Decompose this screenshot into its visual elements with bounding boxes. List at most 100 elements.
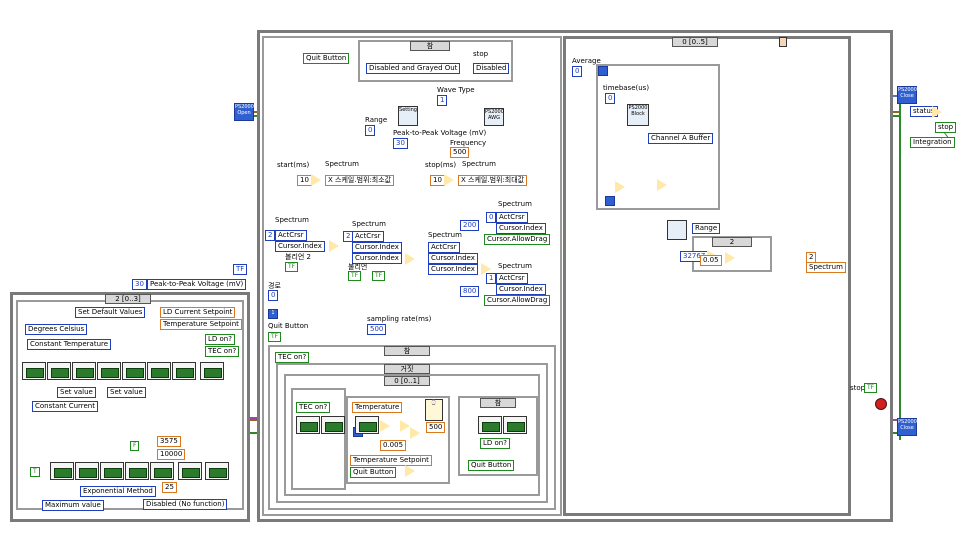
const-800[interactable]: 800 [460, 286, 480, 297]
less-than-node [410, 427, 420, 439]
const-200[interactable]: 200 [460, 220, 480, 231]
constant-current-ring[interactable]: Constant Current [32, 401, 98, 412]
ldc-subvi-3 [72, 362, 96, 380]
pk-const-30[interactable]: 30 [132, 279, 147, 290]
actcrsr-a: ActCrsr [275, 230, 307, 241]
disabled-no-function-ring[interactable]: Disabled (No function) [143, 499, 228, 510]
spectrum-out: Spectrum [806, 262, 846, 273]
stop-right-tf[interactable]: TF [864, 383, 878, 393]
add-node [615, 181, 625, 193]
left-small-const[interactable]: TF [233, 264, 248, 275]
actcrsr-b: ActCrsr [352, 231, 384, 242]
wait-timer-icon: ⌚ [425, 399, 443, 421]
tec-subvi-3 [100, 462, 124, 480]
range-const[interactable]: 0 [365, 125, 376, 136]
temperature-ref: Temperature [352, 402, 403, 413]
start-ms-label: start(ms) [277, 161, 310, 169]
const-1-e[interactable]: 1 [486, 273, 497, 284]
tec-subvi-4 [125, 462, 149, 480]
bool-t-constant[interactable]: T [30, 467, 40, 477]
tec-case-selector[interactable]: 참 [384, 346, 430, 356]
cursor-index-c2: Cursor.Index [428, 264, 478, 275]
ld-on-inner: LD on? [480, 438, 510, 449]
range-label: Range [365, 116, 388, 124]
small-orange-marker [779, 37, 787, 47]
start-ms-const[interactable]: 10 [297, 175, 312, 186]
for-loop-i [605, 196, 615, 206]
constant-temperature-ring[interactable]: Constant Temperature [27, 339, 112, 350]
multiply-node-1 [311, 174, 321, 186]
tec-on-ref: TEC on? [205, 346, 240, 357]
right-sequence-selector[interactable]: 0 [0..5] [672, 37, 718, 47]
not-node [932, 106, 942, 118]
quit-button-mid-tf[interactable]: TF [268, 332, 282, 342]
const-005[interactable]: 0.05 [700, 255, 722, 266]
set-default-values-ring[interactable]: Set Default Values [75, 307, 146, 318]
const-25[interactable]: 25 [162, 482, 177, 493]
wave-type-label: Wave Type [437, 86, 475, 94]
range-case-selector[interactable]: 2 [712, 237, 752, 247]
spectrum-d-label: Spectrum [498, 200, 532, 208]
ps2000-open-block: PS2000 Open [234, 103, 254, 121]
range-ref: Range [692, 223, 721, 234]
frequency-const[interactable]: 500 [450, 147, 470, 158]
timebase-const[interactable]: 0 [605, 93, 616, 104]
exponential-method-ring[interactable]: Exponential Method [80, 486, 156, 497]
average-const[interactable]: 0 [572, 66, 583, 77]
frequency-label: Frequency [450, 139, 487, 147]
pp-voltage-const[interactable]: 30 [393, 138, 408, 149]
false-case-selector[interactable]: 거짓 [384, 364, 430, 374]
seq-selector-inner[interactable]: 0 [0..1] [384, 376, 430, 386]
bool-f-constant[interactable]: F [130, 441, 140, 451]
spectrum-c-label: Spectrum [428, 231, 462, 239]
disabled-grayed-ring[interactable]: Disabled and Grayed Out [366, 63, 461, 74]
tf-const-2[interactable]: TF [348, 271, 362, 281]
const-0005[interactable]: 0.005 [380, 440, 407, 451]
set-value-ring-2[interactable]: Set value [107, 387, 146, 398]
ld-on-ref: LD on? [205, 334, 235, 345]
const-0-d[interactable]: 0 [486, 212, 497, 223]
const-2a[interactable]: 2 [265, 230, 276, 241]
stop-label: stop [473, 50, 489, 58]
disable-case-selector[interactable]: 참 [410, 41, 450, 51]
array-subset-node [667, 220, 687, 240]
tec-subvi-6 [178, 462, 202, 480]
sampling-rate-label: sampling rate(ms) [367, 315, 432, 323]
tf-const-1[interactable]: TF [285, 262, 299, 272]
stop-ms-label: stop(ms) [425, 161, 457, 169]
actcrsr-c: ActCrsr [428, 242, 460, 253]
left-sequence-selector[interactable]: 2 [0..3] [105, 294, 151, 304]
ldc-subvi-7 [172, 362, 196, 380]
quit-button-right: Quit Button [468, 460, 515, 471]
spectrum-e-label: Spectrum [498, 262, 532, 270]
gyeongro-const[interactable]: 0 [268, 290, 279, 301]
sampling-rate-const[interactable]: 500 [367, 324, 387, 335]
maximum-value-ring[interactable]: Maximum value [42, 500, 104, 511]
tec-subvi-5 [150, 462, 174, 480]
compare-node-1 [329, 240, 339, 252]
cursor-index-b: Cursor.Index [352, 242, 402, 253]
ldc-subvi-8 [200, 362, 224, 380]
subtract-node [380, 420, 390, 432]
quit-button-inner: Quit Button [350, 467, 397, 478]
stop-ms-const[interactable]: 10 [430, 175, 445, 186]
const-10000[interactable]: 10000 [157, 449, 186, 460]
divide-node [657, 179, 667, 191]
wave-type-const[interactable]: 1 [437, 95, 448, 106]
pk-voltage-local: Peak-to-Peak Voltage (mV) [147, 279, 247, 290]
or-node [405, 465, 415, 477]
set-value-ring-1[interactable]: Set value [57, 387, 96, 398]
stop-terminal-icon[interactable] [875, 398, 887, 410]
ps2000-close-top: PS2000 Close [897, 86, 917, 104]
const-500-inner[interactable]: 500 [426, 422, 446, 433]
tec-inner-subvi-1 [296, 416, 320, 434]
spectrum-2-label: Spectrum [462, 160, 496, 168]
const-3575[interactable]: 3575 [157, 436, 181, 447]
quit-button-mid-label: Quit Button [268, 322, 309, 330]
setting-node: Setting [398, 106, 418, 126]
tf-const-3[interactable]: TF [372, 271, 386, 281]
ld-case-selector[interactable]: 참 [480, 398, 516, 408]
cursor-allowdrag-e: Cursor.AllowDrag [484, 295, 551, 306]
stop-disabled-ref: Disabled [473, 63, 510, 74]
degrees-celsius-ring[interactable]: Degrees Celsius [25, 324, 88, 335]
